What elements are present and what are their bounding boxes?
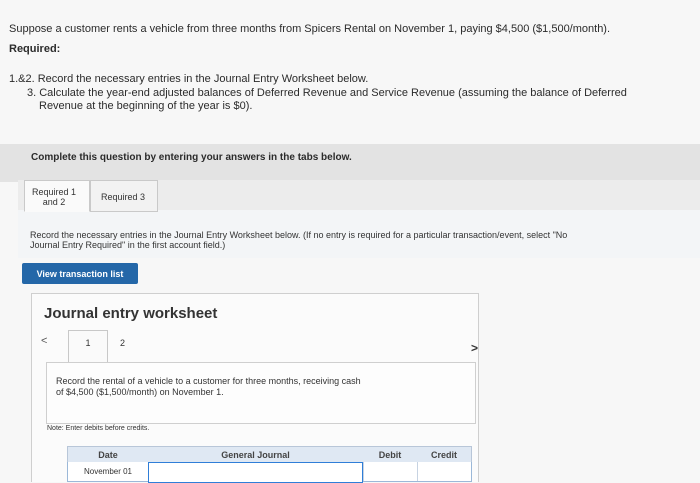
header-credit: Credit (430, 450, 457, 460)
instruction-band: Complete this question by entering your … (0, 144, 700, 182)
requirement-3-line2: Revenue at the beginning of the year is … (39, 100, 253, 112)
tab-label-line2: and 2 (42, 197, 66, 207)
note-text: Note: Enter debits before credits. (47, 425, 150, 432)
required-label: Required: (9, 43, 61, 55)
tab-label: Required 3 (101, 192, 146, 202)
question-intro: Suppose a customer rents a vehicle from … (9, 23, 611, 35)
instruction-text: Complete this question by entering your … (31, 152, 352, 163)
pager-page-1[interactable]: 1 (68, 330, 108, 363)
requirement-3-line1: 3. Calculate the year-end adjusted balan… (27, 87, 627, 99)
header-date: Date (98, 450, 118, 460)
pager-prev-button[interactable]: < (41, 335, 47, 347)
tab-label-line1: Required 1 (31, 187, 77, 197)
transaction-description-box: Record the rental of a vehicle to a cust… (46, 362, 476, 424)
pager-page-2[interactable]: 2 (120, 338, 125, 348)
tab-instruction-line2: Journal Entry Required" in the first acc… (30, 240, 226, 250)
table-row: November 01 (67, 462, 472, 483)
debit-input[interactable] (363, 462, 417, 481)
description-line2: of $4,500 ($1,500/month) on November 1. (56, 387, 224, 397)
date-select[interactable]: November 01 (68, 462, 148, 481)
credit-input[interactable] (417, 462, 471, 481)
tab-required-3[interactable]: Required 3 (90, 180, 158, 212)
pager-next-button[interactable]: > (471, 341, 478, 355)
header-debit: Debit (378, 450, 402, 460)
worksheet-title: Journal entry worksheet (44, 305, 218, 322)
view-transaction-list-button[interactable]: View transaction list (22, 263, 138, 284)
tab-required-1-2[interactable]: Required 1 and 2 (24, 180, 90, 212)
account-input[interactable] (148, 462, 363, 483)
requirement-1-2: 1.&2. Record the necessary entries in th… (9, 73, 369, 85)
header-general-journal: General Journal (221, 450, 290, 460)
